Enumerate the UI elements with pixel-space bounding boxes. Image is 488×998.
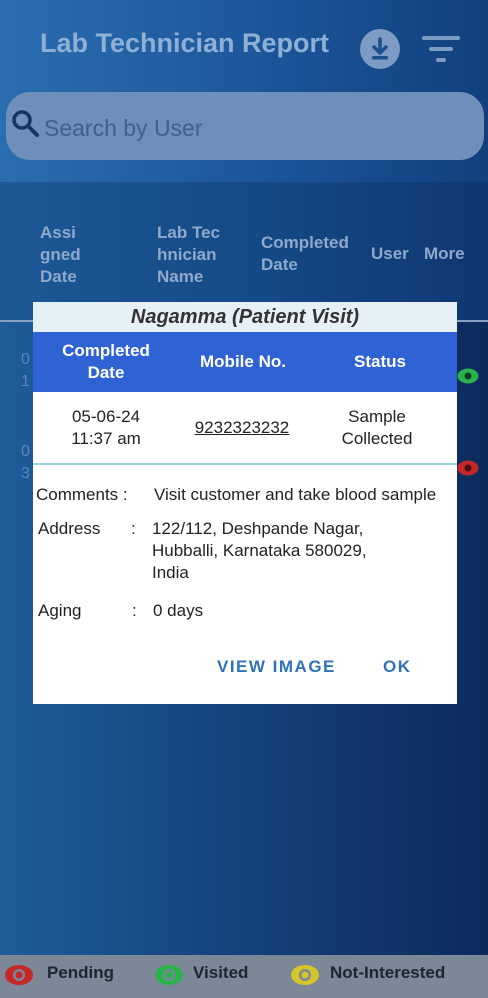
- row-1-date-fragment-2: 1: [21, 373, 30, 390]
- eye-icon[interactable]: [457, 368, 479, 384]
- eye-icon: [5, 965, 33, 985]
- col-user: User: [371, 244, 409, 263]
- dialog-table-header: Completed Date Mobile No. Status: [33, 332, 457, 392]
- legend-not-interested: Not-Interested: [330, 963, 446, 982]
- completed-date-value: 05-06-24 11:37 am: [71, 407, 141, 448]
- status-value: Sample Collected: [341, 407, 413, 448]
- address-value: 122/112, Deshpande Nagar, Hubballi, Karn…: [152, 519, 367, 582]
- address-separator: :: [131, 519, 136, 538]
- col-more: More: [424, 244, 465, 263]
- row-1-date-fragment: 0: [21, 351, 30, 368]
- eye-icon: [155, 965, 183, 985]
- page-title: Lab Technician Report: [40, 28, 330, 58]
- visit-details-dialog: Nagamma (Patient Visit) Completed Date M…: [33, 302, 457, 704]
- legend-pending: Pending: [47, 963, 115, 982]
- search-bar[interactable]: Search by User: [6, 92, 484, 160]
- dialog-title: Nagamma (Patient Visit): [33, 302, 457, 332]
- address-label: Address: [38, 519, 101, 538]
- search-icon: [12, 110, 39, 137]
- col-technician-name: Lab Tec hnician Name: [157, 223, 220, 286]
- col-completed-date: Completed Date: [261, 233, 349, 274]
- aging-label: Aging: [38, 601, 82, 620]
- report-table-header: Assi gned Date Lab Tec hnician Name Comp…: [0, 182, 488, 322]
- eye-icon: [291, 965, 319, 985]
- dialog-col-completed-date: Completed Date: [62, 341, 150, 382]
- filter-button[interactable]: [420, 32, 462, 66]
- app-screen: Lab Technician Report Search by User Ass…: [0, 0, 488, 998]
- dialog-col-status: Status: [354, 352, 406, 371]
- aging-separator: :: [132, 601, 137, 620]
- eye-icon[interactable]: [457, 460, 479, 476]
- comments-label: Comments :: [36, 485, 128, 504]
- app-header: Lab Technician Report Search by User: [0, 0, 488, 182]
- mobile-number-link[interactable]: 9232323232: [178, 417, 306, 439]
- row-2-date-fragment: 0: [21, 443, 30, 460]
- comments-value: Visit customer and take blood sample: [154, 485, 437, 504]
- col-assigned-date: Assi gned Date: [40, 223, 81, 286]
- divider: [33, 463, 457, 465]
- dialog-col-mobile: Mobile No.: [200, 352, 286, 371]
- view-image-button[interactable]: VIEW IMAGE: [217, 657, 336, 677]
- search-input[interactable]: Search by User: [44, 115, 203, 142]
- download-icon: [372, 37, 388, 60]
- aging-value: 0 days: [153, 601, 204, 620]
- row-2-date-fragment-2: 3: [21, 465, 30, 482]
- ok-button[interactable]: OK: [383, 657, 412, 677]
- download-button[interactable]: [360, 29, 400, 69]
- filter-icon: [422, 36, 460, 62]
- status-legend: Pending Visited Not-Interested: [0, 955, 488, 998]
- legend-visited: Visited: [193, 963, 249, 982]
